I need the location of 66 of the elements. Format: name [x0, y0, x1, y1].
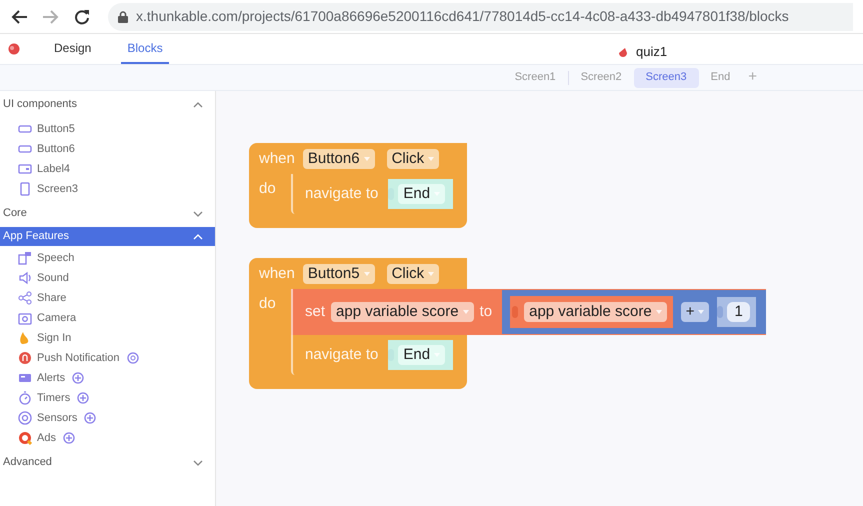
add-icon[interactable] — [84, 412, 96, 424]
variable-dropdown[interactable]: app variable score — [331, 302, 474, 322]
screen-dropdown[interactable]: End — [398, 184, 446, 204]
reload-icon[interactable] — [74, 8, 90, 24]
sidebar-item[interactable]: Sign In — [0, 328, 215, 348]
logo-icon — [8, 43, 20, 55]
project-icon — [618, 46, 628, 57]
sidebar-item[interactable]: Timers — [0, 388, 215, 408]
sidebar-item[interactable]: Push Notification — [0, 348, 215, 368]
speech-icon — [18, 251, 32, 265]
stopwatch-icon — [18, 391, 32, 405]
sidebar-item[interactable]: Alerts — [0, 368, 215, 388]
ring-icon — [18, 431, 32, 445]
number-field[interactable]: 1 — [727, 302, 750, 322]
section-header[interactable]: Advanced — [0, 453, 215, 472]
add-icon[interactable] — [77, 392, 90, 404]
event-dropdown[interactable]: Click — [386, 264, 440, 284]
screen-dropdown[interactable]: End — [398, 345, 446, 365]
component-dropdown[interactable]: Button5 — [302, 264, 375, 284]
chevron-icon — [193, 102, 203, 108]
chevron-icon — [193, 234, 203, 240]
section-header[interactable]: App Features — [0, 227, 215, 246]
math-block[interactable]: app variable score + 1 — [502, 290, 766, 334]
section-header[interactable]: UI components — [0, 95, 215, 114]
connector-notch — [512, 306, 518, 318]
section-header[interactable]: Core — [0, 204, 215, 223]
set-variable-block[interactable]: set app variable score to app variable score + 1 — [291, 289, 766, 335]
tab[interactable]: Design — [48, 34, 98, 64]
sidebar-item[interactable]: Share — [0, 288, 215, 308]
connector-notch — [388, 349, 394, 361]
window-icon — [18, 371, 32, 385]
chevron-icon — [193, 210, 203, 216]
lock-icon — [118, 10, 128, 22]
circle-icon — [18, 351, 32, 365]
add-icon[interactable] — [72, 372, 84, 384]
add-icon[interactable] — [62, 432, 75, 444]
connector-notch — [388, 188, 394, 200]
camera-icon — [18, 311, 32, 325]
address-bar[interactable]: x.thunkable.com/projects/61700a86696e5200116cd641/778014d5-cc14-4c08-a433-db4947801f38/blocks — [108, 2, 853, 30]
sidebar-item[interactable]: Speech — [0, 248, 215, 268]
sidebar-item[interactable]: Button6 — [0, 139, 215, 159]
back-icon[interactable] — [10, 8, 28, 24]
sidebar-item[interactable]: Screen3 — [0, 179, 215, 199]
sidebar-item[interactable]: Camera — [0, 308, 215, 328]
phone-icon — [18, 182, 32, 196]
settings-icon[interactable] — [126, 352, 139, 364]
variable-dropdown[interactable]: app variable score — [524, 302, 667, 322]
number-block[interactable]: 1 — [717, 297, 756, 327]
url-text: x.thunkable.com/projects/61700a86696e5200116cd641/778014d5-cc14-4c08-a433-db4947801f38/blocks — [136, 7, 789, 26]
event-dropdown[interactable]: Click — [386, 149, 440, 169]
sidebar-item[interactable]: Label4 — [0, 159, 215, 179]
sidebar-item[interactable]: Ads — [0, 428, 215, 448]
variable-block[interactable]: app variable score — [510, 296, 673, 328]
component-dropdown[interactable]: Button6 — [302, 149, 375, 169]
project-title: quiz1 — [636, 43, 668, 61]
label-icon — [18, 162, 32, 176]
sidebar-item[interactable]: Button5 — [0, 119, 215, 139]
sidebar-item[interactable]: Sound — [0, 268, 215, 288]
connector-notch — [717, 306, 724, 318]
chevron-icon — [193, 460, 203, 466]
speaker-icon — [18, 271, 32, 285]
operator-dropdown[interactable]: + — [680, 302, 710, 322]
sensor-icon — [18, 411, 32, 425]
screen-tab[interactable]: Screen3 — [634, 68, 699, 88]
share-icon — [18, 291, 32, 305]
sidebar-item[interactable]: Sensors — [0, 408, 215, 428]
